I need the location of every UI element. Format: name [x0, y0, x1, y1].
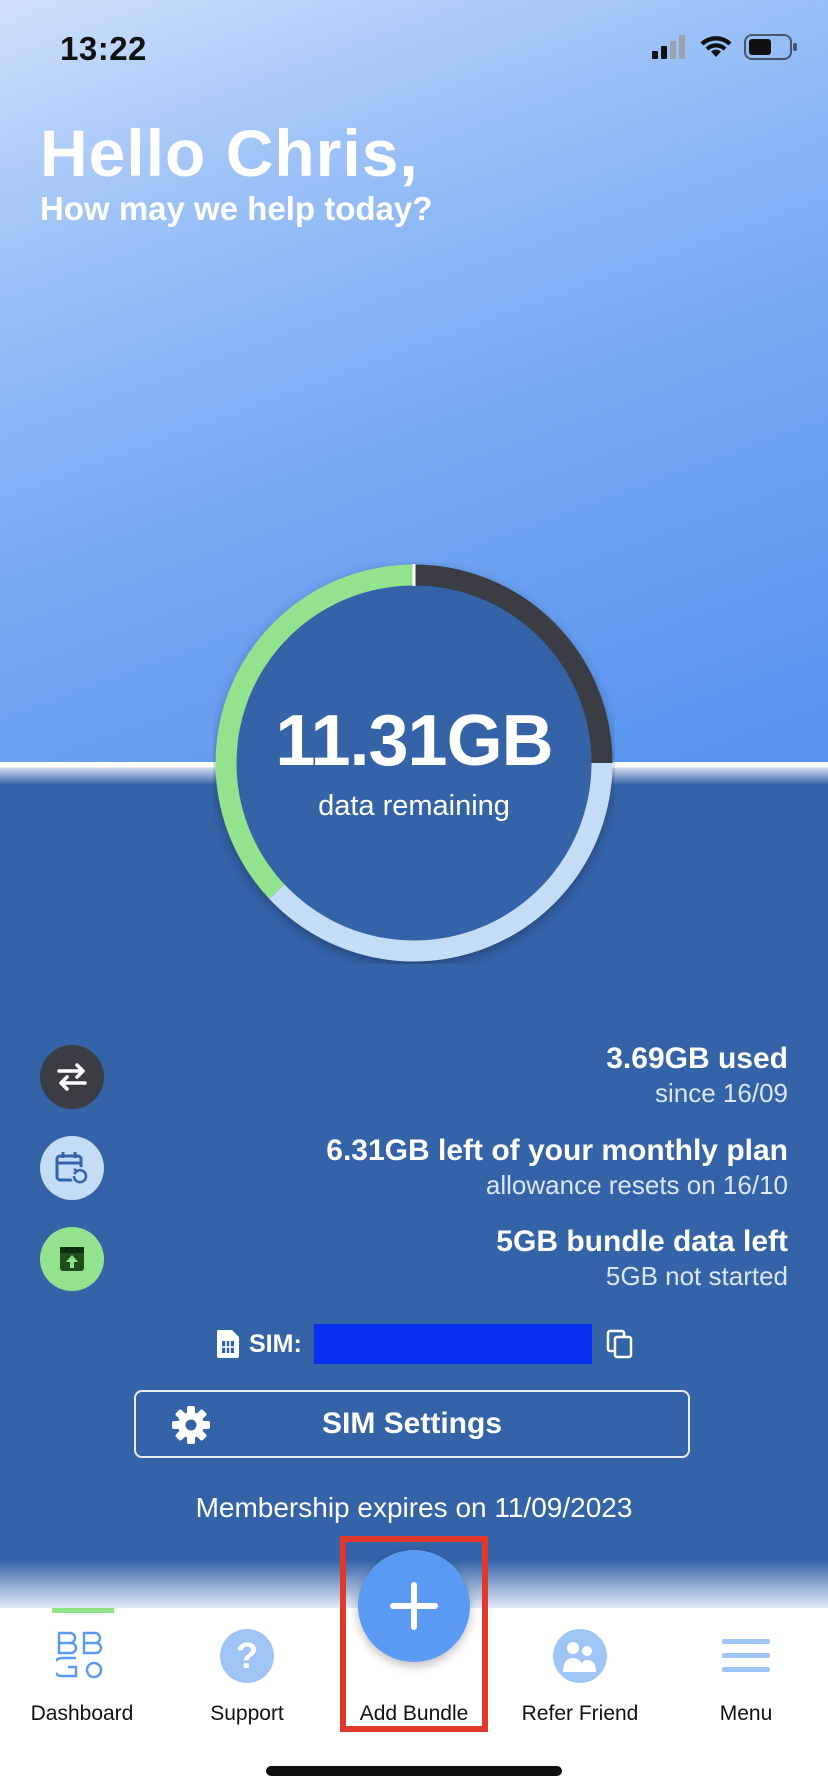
stat-bundle-icon — [40, 1227, 104, 1291]
bbgo-logo-icon — [56, 1631, 103, 1679]
home-indicator — [266, 1766, 562, 1776]
stat-monthly: 6.31GB left of your monthly plan allowan… — [326, 1134, 788, 1201]
stat-used-sub: since 16/09 — [655, 1078, 788, 1108]
calendar-reset-icon — [55, 1152, 89, 1185]
sim-label: SIM: — [249, 1329, 302, 1358]
stat-used: 3.69GB used since 16/09 — [606, 1042, 788, 1109]
tab-refer-friend-label: Refer Friend — [521, 1702, 639, 1725]
people-icon — [553, 1629, 607, 1683]
active-tab-indicator — [52, 1608, 114, 1613]
bundle-box-icon — [60, 1247, 84, 1271]
stat-used-icon — [40, 1045, 104, 1109]
tab-support-label: Support — [210, 1702, 284, 1725]
status-time: 13:22 — [60, 30, 147, 67]
data-remaining-value: 11.31GB — [275, 701, 553, 781]
tab-dashboard-label: Dashboard — [30, 1702, 134, 1725]
greeting-title: Hello Chris, — [40, 116, 419, 190]
wifi-icon — [700, 36, 732, 57]
stat-monthly-sub: allowance resets on 16/10 — [485, 1170, 788, 1200]
battery-icon — [744, 34, 797, 60]
sim-settings-label: SIM Settings — [321, 1407, 502, 1440]
signal-icon — [652, 35, 685, 59]
add-bundle-highlight — [340, 1536, 488, 1732]
stat-used-main: 3.69GB used — [606, 1042, 788, 1075]
sim-row: SIM: — [215, 1322, 634, 1366]
tab-menu-label: Menu — [719, 1702, 773, 1725]
greeting-subtitle: How may we help today? — [40, 190, 433, 227]
status-bar: 13:22 — [0, 0, 828, 100]
copy-icon[interactable] — [606, 1329, 634, 1359]
stat-bundle-sub: 5GB not started — [605, 1261, 788, 1291]
stat-bundle-main: 5GB bundle data left — [496, 1225, 788, 1258]
stat-monthly-main: 6.31GB left of your monthly plan — [326, 1134, 788, 1167]
sim-number-redacted — [313, 1324, 592, 1364]
sim-card-icon — [217, 1330, 239, 1358]
gear-icon — [172, 1406, 210, 1444]
membership-expiry: Membership expires on 11/09/2023 — [195, 1492, 633, 1523]
transfer-arrows-icon — [57, 1063, 87, 1091]
sim-settings-button[interactable]: SIM Settings — [134, 1390, 690, 1458]
hamburger-icon — [722, 1639, 770, 1672]
svg-text:?: ? — [236, 1635, 258, 1676]
data-remaining-label: data remaining — [318, 790, 510, 822]
stat-bundle: 5GB bundle data left 5GB not started — [496, 1225, 788, 1292]
question-icon: ? — [220, 1629, 274, 1683]
stat-monthly-icon — [40, 1136, 104, 1200]
status-icons — [652, 34, 798, 60]
